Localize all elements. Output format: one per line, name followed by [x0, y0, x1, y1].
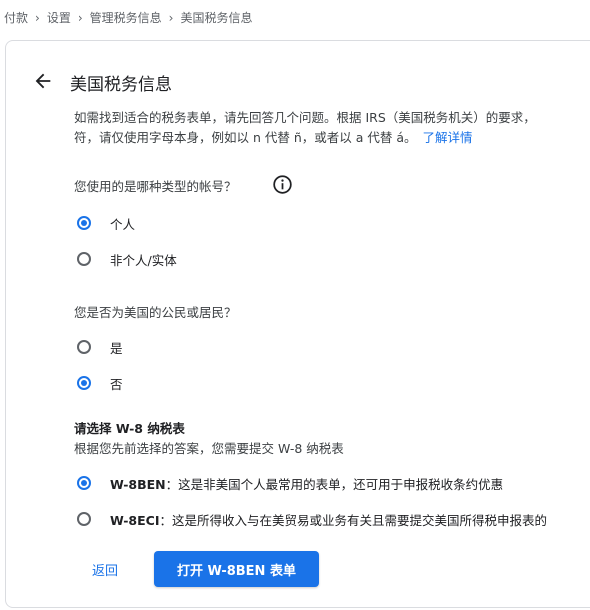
w8-section-title: 请选择 W-8 纳税表	[74, 421, 185, 436]
us-person-yes-radio[interactable]	[77, 340, 91, 354]
page-title: 美国税务信息	[70, 75, 172, 95]
w8eci-description: ：这是所得收入与在美贸易或业务有关且需要提交美国所得税申报表的	[159, 513, 547, 528]
intro-line-2: 符，请仅使用字母本身，例如以 n 代替 ñ，或者以 a 代替 á。	[74, 130, 417, 145]
breadcrumb-payments[interactable]: 付款	[4, 9, 28, 26]
open-w8ben-form-button[interactable]: 打开 W-8BEN 表单	[154, 551, 319, 587]
intro-text: 如需找到适合的税务表单，请先回答几个问题。根据 IRS（美国税务机关）的要求， …	[74, 108, 590, 148]
us-person-question: 您是否为美国的公民或居民？	[74, 305, 237, 320]
account-type-entity-label[interactable]: 非个人/实体	[110, 250, 177, 269]
info-icon[interactable]	[272, 174, 293, 195]
back-button[interactable]: 返回	[92, 560, 118, 579]
w8ben-radio[interactable]	[77, 476, 91, 490]
account-type-individual-label[interactable]: 个人	[110, 214, 135, 233]
breadcrumb-manage-tax-info[interactable]: 管理税务信息	[90, 9, 162, 26]
intro-line-1: 如需找到适合的税务表单，请先回答几个问题。根据 IRS（美国税务机关）的要求，	[74, 110, 536, 125]
account-type-individual-radio[interactable]	[77, 216, 91, 230]
us-person-no-radio[interactable]	[77, 376, 91, 390]
w8ben-option[interactable]: W-8BEN：这是非美国个人最常用的表单，还可用于申报税收条约优惠	[110, 474, 503, 493]
breadcrumb: 付款 › 设置 › 管理税务信息 › 美国税务信息	[4, 9, 253, 26]
w8eci-option[interactable]: W-8ECI：这是所得收入与在美贸易或业务有关且需要提交美国所得税申报表的	[110, 510, 590, 529]
us-person-no-label[interactable]: 否	[110, 374, 123, 393]
w8-section-subtitle: 根据您先前选择的答案，您需要提交 W-8 纳税表	[74, 441, 344, 456]
account-type-entity-radio[interactable]	[77, 252, 91, 266]
breadcrumb-separator: ›	[77, 10, 83, 25]
back-arrow-icon[interactable]	[32, 70, 54, 92]
w8ben-description: ：这是非美国个人最常用的表单，还可用于申报税收条约优惠	[165, 477, 504, 492]
breadcrumb-us-tax-info: 美国税务信息	[180, 11, 253, 25]
breadcrumb-separator: ›	[35, 10, 40, 25]
w8ben-code: W-8BEN	[110, 477, 166, 492]
account-type-question: 您使用的是哪种类型的帐号？	[74, 179, 237, 194]
learn-more-link[interactable]: 了解详情	[423, 130, 473, 145]
breadcrumb-separator: ›	[168, 10, 174, 25]
us-person-yes-label[interactable]: 是	[110, 338, 123, 357]
breadcrumb-settings[interactable]: 设置	[47, 9, 71, 26]
w8eci-radio[interactable]	[77, 512, 91, 526]
w8eci-code: W-8ECI	[110, 513, 160, 528]
